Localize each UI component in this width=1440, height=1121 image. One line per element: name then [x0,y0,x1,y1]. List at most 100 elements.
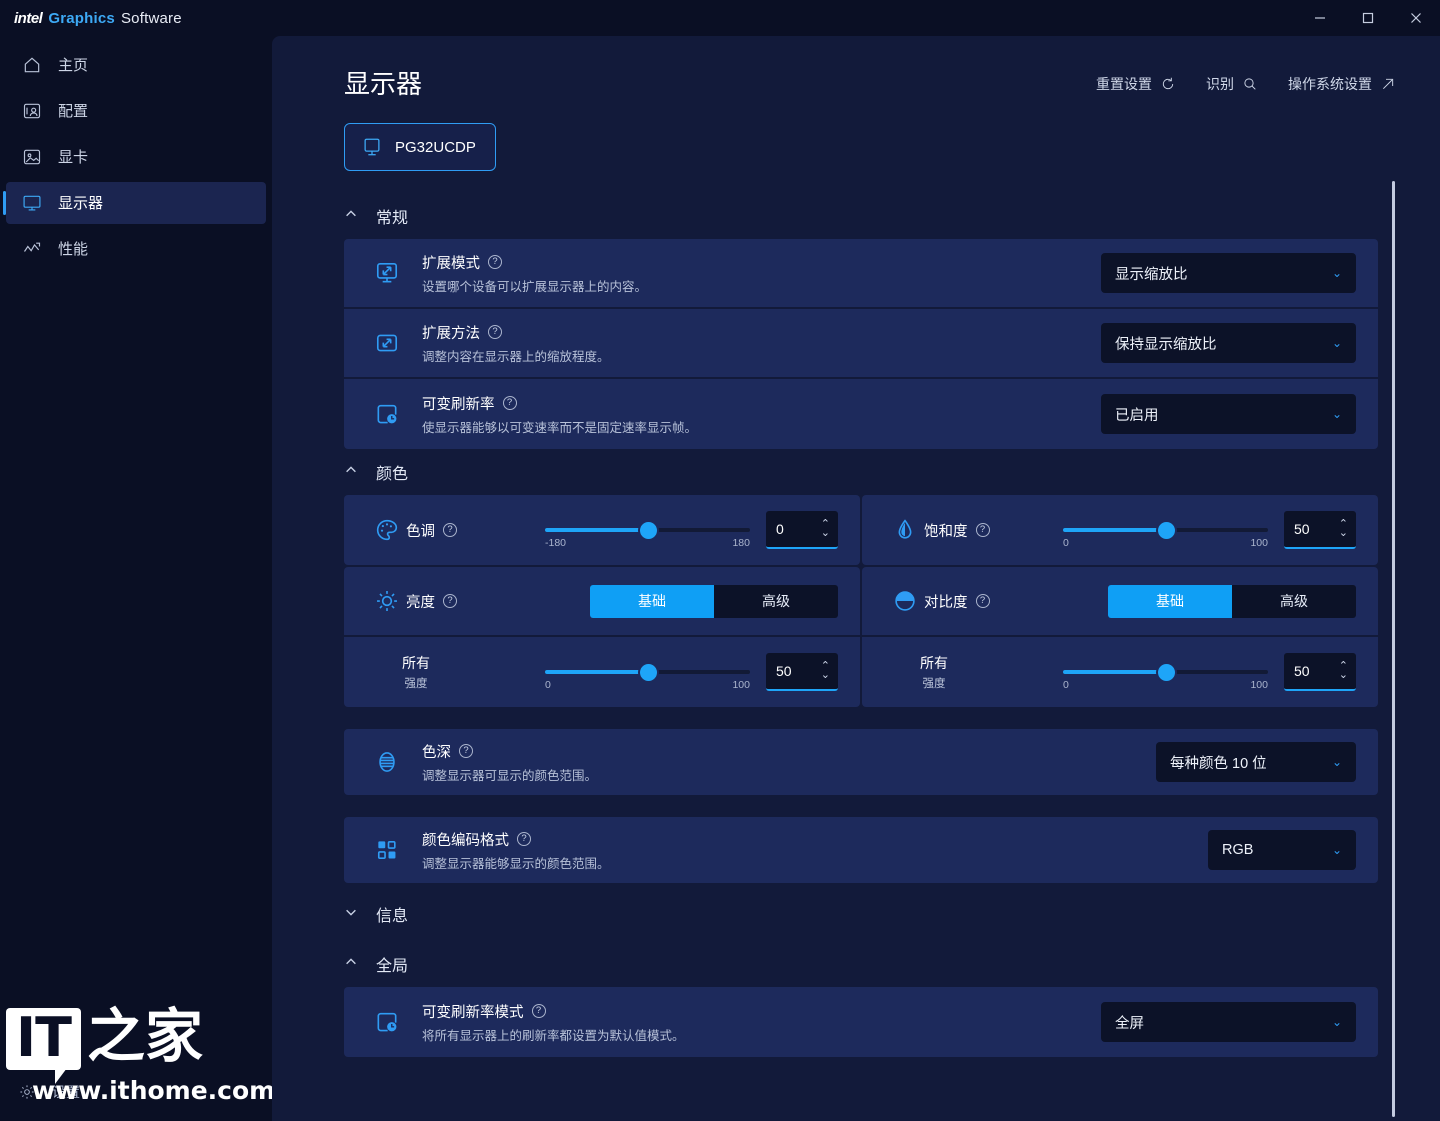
saturation-control: 0 100 50 ⌃ ⌄ [1063,511,1356,549]
chevron-down-icon: ⌄ [1331,266,1342,280]
brightness-segmented-control: 基础 高级 [590,584,838,618]
contrast-value-stepper[interactable]: 50 ⌃ ⌄ [1284,653,1356,691]
setting-subtitle: 调整显示器能够显示的颜色范围。 [422,856,610,871]
help-icon[interactable]: ? [531,1004,546,1018]
hue-row: 色调 ? -180 180 0 ⌃ ⌄ [344,495,860,565]
hue-label: 色调 [406,523,435,540]
vrr-mode-dropdown[interactable]: 全屏 ⌄ [1101,1002,1356,1042]
help-icon[interactable]: ? [975,523,990,537]
reset-settings-button[interactable]: 重置设置 [1096,74,1176,94]
vrr-dropdown[interactable]: 已启用 ⌄ [1101,394,1356,434]
hue-slider[interactable]: -180 180 [545,515,750,549]
stepper-value: 0 [776,521,784,537]
sidebar-item-profiles[interactable]: 配置 [6,90,266,132]
sidebar-item-notifications[interactable]: 通知 [0,1035,272,1073]
brightness-slider-row: 所有 强度 0 100 50 ⌃ ⌄ [344,637,860,707]
help-icon[interactable]: ? [443,523,457,537]
hue-control: -180 180 0 ⌃ ⌄ [545,511,838,549]
setting-subtitle: 设置哪个设备可以扩展显示器上的内容。 [422,279,648,294]
contrast-mode-tabs: 基础 高级 [1108,584,1356,618]
color-format-dropdown[interactable]: RGB ⌄ [1208,830,1356,870]
slider-fill [545,670,648,674]
sidebar-item-label: 性能 [58,240,89,258]
help-icon[interactable]: ? [488,325,502,339]
home-icon [22,55,42,75]
minimize-button[interactable] [1296,0,1344,36]
sidebar-item-settings[interactable]: 设置 [0,1073,272,1111]
contrast-tab-advanced[interactable]: 高级 [1232,584,1356,618]
stepper-arrows-icon[interactable]: ⌃ ⌄ [821,661,830,680]
chevron-up-icon [344,955,358,974]
settings-list: 常规 扩展模式 ? 设置哪个设备可以扩展显示器上的内容。 显示缩放比 ⌄ 扩展方… [272,171,1440,1121]
brightness-contrast-grid: 亮度 ? 基础 高级 所有 强度 0 100 50 ⌃ ⌄ 对比度 ? 基础 高… [344,567,1378,707]
sidebar-item-display[interactable]: 显示器 [3,182,266,224]
bell-icon [21,1049,33,1061]
help-icon[interactable]: ? [459,744,473,758]
reset-icon [1162,77,1174,90]
help-icon[interactable]: ? [517,832,531,846]
monitor-icon [364,138,380,156]
sidebar-item-graphics[interactable]: 显卡 [6,136,266,178]
color-depth-dropdown[interactable]: 每种颜色 10 位 ⌄ [1156,742,1356,782]
setting-text: 可变刷新率模式 ? 将所有显示器上的刷新率都设置为默认值模式。 [422,1001,685,1044]
stepper-arrows-icon[interactable]: ⌃ ⌄ [1339,661,1348,680]
saturation-label: 饱和度 [924,523,968,540]
saturation-slider[interactable]: 0 100 [1063,515,1268,549]
section-header-info[interactable]: 信息 [344,891,1378,937]
brightness-card: 亮度 ? 基础 高级 所有 强度 0 100 50 ⌃ ⌄ [344,567,860,707]
scale-mode-dropdown[interactable]: 显示缩放比 ⌄ [1101,253,1356,293]
help-icon[interactable]: ? [975,594,990,608]
identify-button[interactable]: 识别 [1206,74,1258,94]
help-icon[interactable]: ? [502,396,517,410]
os-settings-button[interactable]: 操作系统设置 [1288,74,1396,94]
contrast-slider[interactable]: 0 100 [1063,657,1268,691]
maximize-button[interactable] [1344,0,1392,36]
vertical-scrollbar[interactable] [1392,181,1395,1117]
scale-mode-icon [368,260,406,286]
setting-row-scale-method: 扩展方法 ? 调整内容在显示器上的缩放程度。 保持显示缩放比 ⌄ [344,309,1378,379]
brightness-label-wrap: 亮度 ? [406,591,457,612]
chevron-down-icon: ⌄ [1331,1015,1342,1029]
section-header-general[interactable]: 常规 [344,193,1378,239]
scale-method-dropdown[interactable]: 保持显示缩放比 ⌄ [1101,323,1356,363]
setting-control: 每种颜色 10 位 ⌄ [1156,742,1356,782]
section-title-global: 全局 [376,958,409,975]
brightness-tab-basic[interactable]: 基础 [590,584,714,618]
chevron-down-icon: ⌄ [1331,336,1342,350]
app-window: intel Graphics Software 主页 配置 显卡 显示器 性能 … [0,0,1440,1121]
section-header-global[interactable]: 全局 [344,941,1378,987]
brightness-tab-advanced[interactable]: 高级 [714,584,838,618]
sidebar-item-performance[interactable]: 性能 [6,228,266,270]
hue-label-wrap: 色调 ? [406,520,457,541]
chevron-down-icon: ⌄ [1331,843,1342,857]
gear-icon [20,1085,34,1099]
section-header-color[interactable]: 颜色 [344,449,1378,495]
brightness-slider[interactable]: 0 100 [545,657,750,691]
color-depth-icon [368,749,406,775]
contrast-slider-row: 所有 强度 0 100 50 ⌃ ⌄ [862,637,1378,707]
color-depth-card: 色深 ? 调整显示器可显示的颜色范围。 每种颜色 10 位 ⌄ [344,729,1378,795]
stepper-arrows-icon[interactable]: ⌃ ⌄ [821,519,830,538]
close-button[interactable] [1392,0,1440,36]
hue-card: 色调 ? -180 180 0 ⌃ ⌄ [344,495,860,565]
sidebar-item-home[interactable]: 主页 [6,44,266,86]
contrast-tab-basic[interactable]: 基础 [1108,584,1232,618]
scale-method-icon [368,330,406,356]
brightness-value-stepper[interactable]: 50 ⌃ ⌄ [766,653,838,691]
app-body: 主页 配置 显卡 显示器 性能 通知 设置 IT 之家 www.ithome.c… [0,36,1440,1121]
external-link-icon [1383,78,1394,89]
setting-subtitle: 调整显示器可显示的颜色范围。 [422,768,598,783]
chevron-down-icon: ⌄ [1331,407,1342,421]
saturation-value-stepper[interactable]: 50 ⌃ ⌄ [1284,511,1356,549]
header-actions: 重置设置 识别 操作系统设置 [1096,64,1396,94]
help-icon[interactable]: ? [488,255,502,269]
sidebar-item-label: 配置 [58,102,89,120]
monitor-selector-chip[interactable]: PG32UCDP [344,123,496,171]
hue-value-stepper[interactable]: 0 ⌃ ⌄ [766,511,838,549]
help-icon[interactable]: ? [443,594,457,608]
stepper-arrows-icon[interactable]: ⌃ ⌄ [1339,519,1348,538]
sidebar-footer: 通知 设置 [0,1035,272,1121]
dropdown-value: 全屏 [1115,1015,1144,1032]
